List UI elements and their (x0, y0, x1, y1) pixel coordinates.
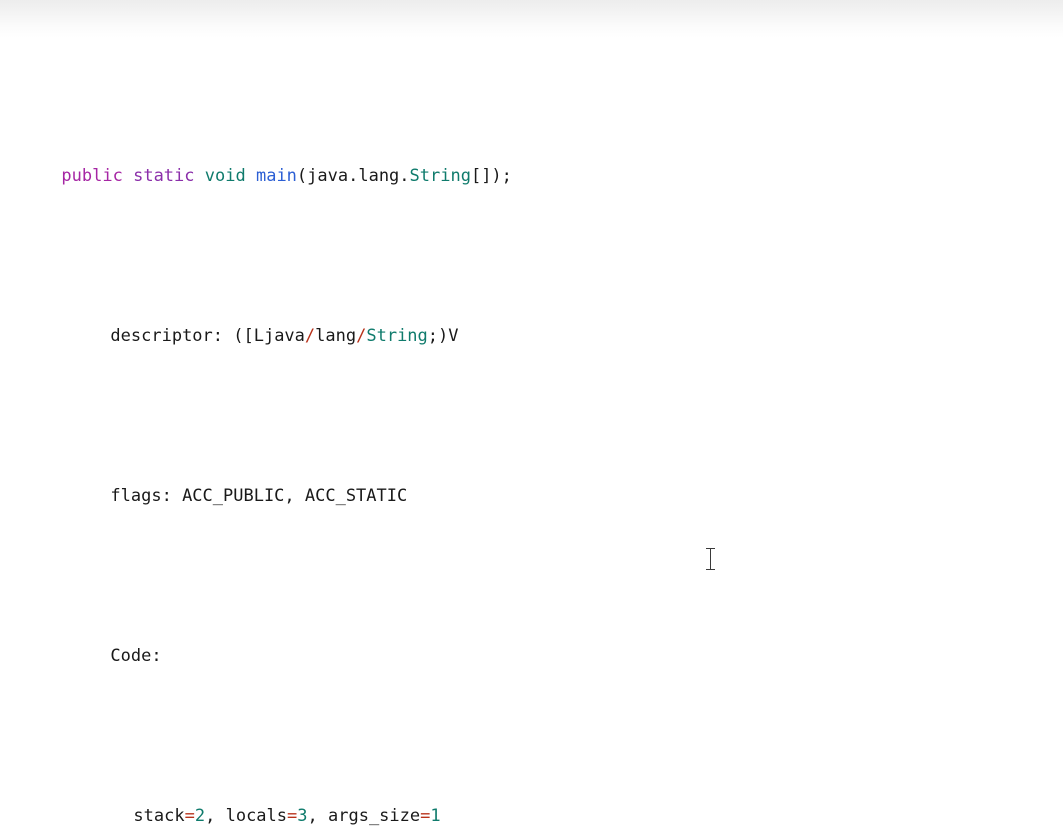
descriptor-close: ;)V (427, 326, 459, 346)
code-viewer-page: public static void main(java.lang.String… (0, 0, 1063, 829)
stack-info: stack=2, locals=3, args_size=1 (133, 806, 440, 826)
stack-info-line: stack=2, locals=3, args_size=1 (0, 768, 1063, 826)
text-cursor-icon (706, 547, 715, 571)
method-signature: public static void main(java.lang.String… (61, 166, 511, 186)
method-name: main (255, 166, 297, 186)
keyword-void: void (204, 166, 246, 186)
sig-tail: []); (470, 166, 512, 186)
args-size-key: args_size (328, 806, 421, 826)
descriptor-line: descriptor: ([Ljava/lang/String;)V (0, 288, 1063, 346)
method-signature-line: public static void main(java.lang.String… (0, 128, 1063, 186)
locals-key: locals (225, 806, 288, 826)
stack-value: 2 (194, 806, 206, 826)
stack-key: stack (133, 806, 185, 826)
descriptor-lang: lang (315, 326, 357, 346)
locals-value: 3 (297, 806, 308, 826)
descriptor-slash-2: / (356, 326, 367, 346)
args-size-value: 1 (430, 806, 441, 826)
keyword-public: public (61, 166, 123, 186)
flags-line: flags: ACC_PUBLIC, ACC_STATIC (0, 448, 1063, 506)
sig-package: java.lang. (307, 166, 410, 186)
descriptor-slash-1: / (304, 326, 316, 346)
keyword-static: static (133, 166, 195, 186)
descriptor-type: String (366, 326, 428, 346)
code-label: Code: (110, 646, 162, 666)
bytecode-listing: public static void main(java.lang.String… (0, 0, 1063, 829)
sig-type-String: String (409, 166, 471, 186)
descriptor-open: ([Ljava (233, 326, 305, 346)
sig-open-paren: ( (296, 166, 308, 186)
descriptor-text: descriptor: ([Ljava/lang/String;)V (110, 326, 458, 346)
descriptor-label: descriptor: (110, 326, 234, 346)
equals-1: = (184, 806, 195, 826)
code-label-line: Code: (0, 608, 1063, 666)
equals-3: = (420, 806, 431, 826)
flags-text: flags: ACC_PUBLIC, ACC_STATIC (110, 486, 408, 506)
sep-2: , (307, 806, 328, 826)
sep-1: , (205, 806, 226, 826)
equals-2: = (287, 806, 298, 826)
